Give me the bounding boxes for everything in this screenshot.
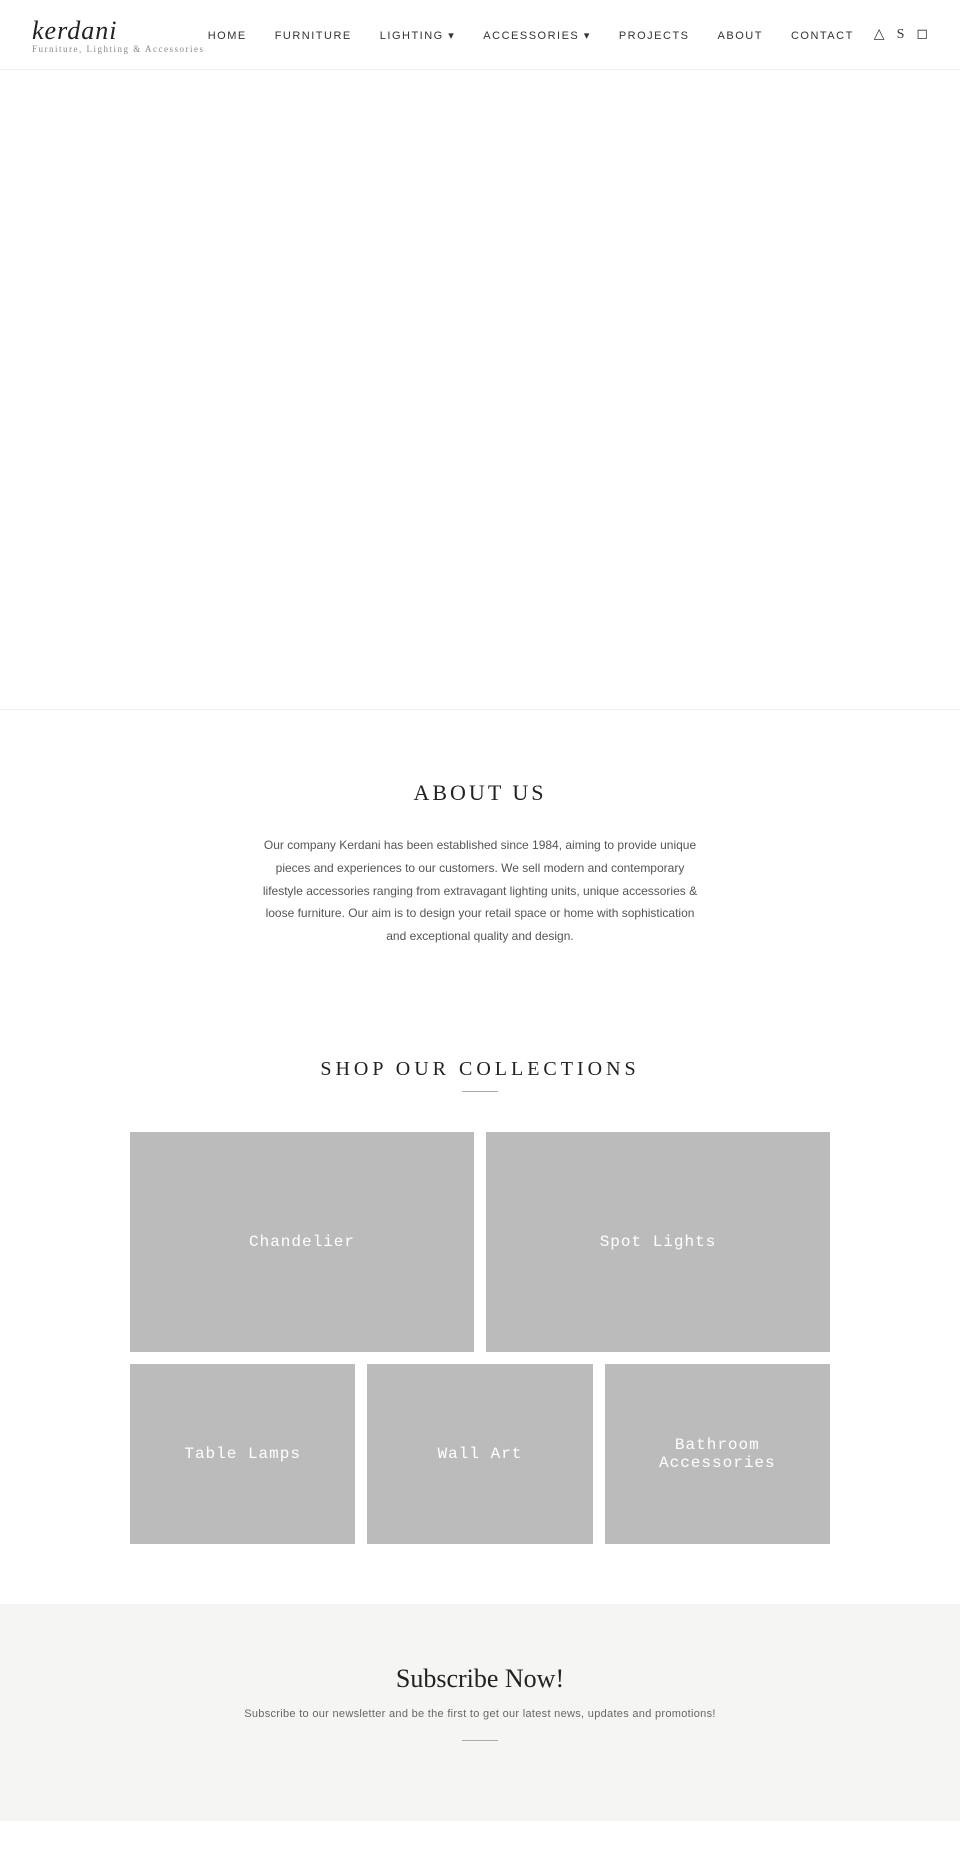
collection-bathroom-accessories[interactable]: Bathroom Accessories: [605, 1364, 830, 1544]
logo-text: kerdani: [32, 16, 204, 46]
shop-section: SHOP OUR COLLECTIONS Chandelier Spot Lig…: [0, 1008, 960, 1604]
main-nav: kerdani Furniture, Lighting & Accessorie…: [0, 0, 960, 70]
chandelier-label: Chandelier: [239, 1223, 365, 1261]
spot-lights-label: Spot Lights: [590, 1223, 727, 1261]
nav-icons: △ S ◻: [874, 26, 928, 43]
shop-title: SHOP OUR COLLECTIONS: [40, 1058, 920, 1081]
nav-contact[interactable]: CONTACT: [791, 30, 854, 42]
table-lamps-label: Table Lamps: [174, 1435, 311, 1473]
about-title: ABOUT US: [40, 780, 920, 806]
about-section: ABOUT US Our company Kerdani has been es…: [0, 710, 960, 1008]
collection-spot-lights[interactable]: Spot Lights: [486, 1132, 830, 1352]
collections-grid: Chandelier Spot Lights Table Lamps Wall …: [130, 1132, 830, 1544]
nav-home[interactable]: HOME: [208, 30, 247, 42]
wall-art-label: Wall Art: [428, 1435, 533, 1473]
nav-lighting[interactable]: LIGHTING ▾: [380, 30, 456, 42]
nav-furniture[interactable]: FURNITURE: [275, 30, 352, 42]
shop-divider: [462, 1091, 498, 1092]
collections-top-row: Chandelier Spot Lights: [130, 1132, 830, 1352]
collections-bottom-row: Table Lamps Wall Art Bathroom Accessorie…: [130, 1364, 830, 1544]
nav-projects[interactable]: PROJECTS: [619, 30, 690, 42]
nav-links: HOME FURNITURE LIGHTING ▾ ACCESSORIES ▾ …: [208, 26, 854, 44]
nav-accessories[interactable]: ACCESSORIES ▾: [483, 30, 591, 42]
wishlist-icon[interactable]: S: [897, 27, 905, 43]
logo-subtitle: Furniture, Lighting & Accessories: [32, 44, 204, 54]
subscribe-title: Subscribe Now!: [40, 1664, 920, 1694]
subscribe-body: Subscribe to our newsletter and be the f…: [40, 1708, 920, 1720]
collection-table-lamps[interactable]: Table Lamps: [130, 1364, 355, 1544]
collection-wall-art[interactable]: Wall Art: [367, 1364, 592, 1544]
subscribe-section: Subscribe Now! Subscribe to our newslett…: [0, 1604, 960, 1821]
bathroom-accessories-label: Bathroom Accessories: [605, 1426, 830, 1482]
subscribe-divider: [462, 1740, 498, 1741]
cart-icon[interactable]: ◻: [916, 26, 928, 43]
collection-chandelier[interactable]: Chandelier: [130, 1132, 474, 1352]
nav-about[interactable]: ABOUT: [718, 30, 763, 42]
hero-image: [0, 70, 960, 710]
about-body: Our company Kerdani has been established…: [260, 834, 700, 948]
logo[interactable]: kerdani Furniture, Lighting & Accessorie…: [32, 16, 204, 54]
search-icon[interactable]: △: [874, 26, 885, 43]
